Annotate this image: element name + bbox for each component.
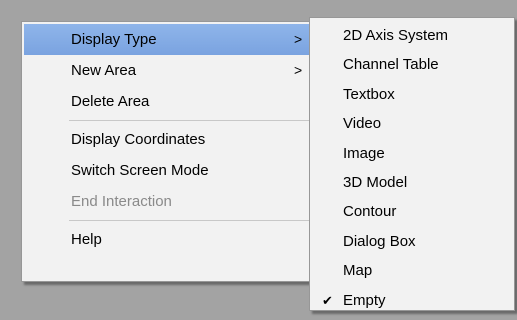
menu-item-label: End Interaction <box>71 193 172 210</box>
submenu-item-contour[interactable]: Contour <box>312 197 512 226</box>
submenu-item-image[interactable]: Image <box>312 139 512 168</box>
submenu-item-label: Channel Table <box>343 56 439 74</box>
submenu-item-label: 2D Axis System <box>343 27 449 44</box>
menu-item-display-type[interactable]: Display Type > <box>24 24 318 55</box>
checkmark-icon: ✔ <box>322 292 333 308</box>
menu-item-display-coordinates[interactable]: Display Coordinates <box>24 124 316 155</box>
submenu-item-empty[interactable]: ✔ Empty <box>312 286 512 315</box>
menu-item-label: Delete Area <box>71 93 150 110</box>
menu-item-new-area[interactable]: New Area > <box>24 55 316 86</box>
submenu-item-channel-table[interactable]: Channel Table <box>312 50 512 79</box>
menu-item-label: Display Type <box>71 31 157 48</box>
submenu-arrow-icon: > <box>294 31 303 47</box>
submenu-item-textbox[interactable]: Textbox <box>312 80 512 109</box>
menu-item-end-interaction: End Interaction <box>24 186 316 217</box>
submenu-item-dialog-box[interactable]: Dialog Box <box>312 227 512 256</box>
menu-item-help[interactable]: Help <box>24 224 316 255</box>
submenu-item-label: Dialog Box <box>343 232 416 250</box>
display-type-submenu: 2D Axis System Channel Table Textbox Vid… <box>309 17 515 311</box>
submenu-item-label: Empty <box>343 291 386 309</box>
menu-separator <box>69 120 316 121</box>
menu-item-label: Display Coordinates <box>71 131 206 148</box>
submenu-item-map[interactable]: Map <box>312 256 512 285</box>
submenu-item-label: Video <box>343 115 382 133</box>
menu-item-switch-screen-mode[interactable]: Switch Screen Mode <box>24 155 316 186</box>
submenu-item-label: Contour <box>343 203 397 221</box>
menu-separator <box>69 220 316 221</box>
submenu-item-2d-axis-system[interactable]: 2D Axis System <box>312 21 512 50</box>
menu-item-delete-area[interactable]: Delete Area <box>24 86 316 117</box>
menu-item-label: Help <box>71 231 102 248</box>
submenu-arrow-icon: > <box>294 62 303 78</box>
submenu-item-label: Map <box>343 262 373 280</box>
submenu-item-label: Textbox <box>343 85 395 103</box>
menu-item-label: Switch Screen Mode <box>71 162 209 179</box>
context-menu: Display Type > New Area > Delete Area Di… <box>21 21 319 282</box>
submenu-item-3d-model[interactable]: 3D Model <box>312 168 512 197</box>
submenu-item-video[interactable]: Video <box>312 109 512 138</box>
submenu-item-label: 3D Model <box>343 173 408 191</box>
menu-item-label: New Area <box>71 62 137 79</box>
submenu-item-label: Image <box>343 144 385 162</box>
